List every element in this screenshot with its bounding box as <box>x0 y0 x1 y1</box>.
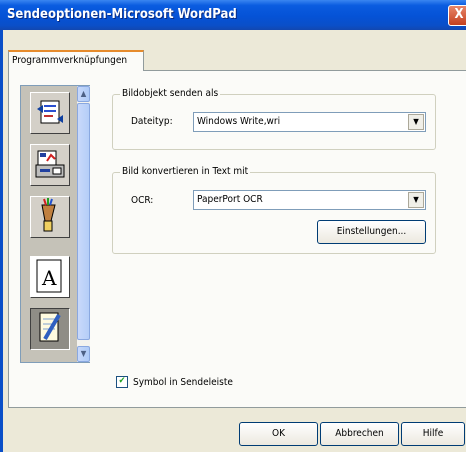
text-a-icon[interactable]: A <box>30 256 70 298</box>
ocr-label: OCR: <box>131 195 153 206</box>
tab-programmverknuepfungen[interactable]: Programmverknüpfungen <box>8 50 144 71</box>
help-button[interactable]: Hilfe <box>401 422 465 446</box>
ocr-value: PaperPort OCR <box>197 194 263 205</box>
notepad-pencil-icon[interactable] <box>30 308 70 350</box>
cancel-button[interactable]: Abbrechen <box>320 422 399 446</box>
ocr-label-text: OCR: <box>131 195 154 206</box>
ocr-select[interactable]: PaperPort OCR ▼ <box>193 190 426 210</box>
scroll-up-icon[interactable]: ▲ <box>77 86 90 102</box>
chevron-down-icon[interactable]: ▼ <box>408 192 424 208</box>
title-bar[interactable]: Sendeoptionen-Microsoft WordPad X <box>0 0 466 30</box>
dateityp-select[interactable]: Windows Write,wri ▼ <box>193 112 426 132</box>
text-a-glyph: A <box>41 266 57 290</box>
ocr-legend: Bild konvertieren in Text mit <box>120 166 251 177</box>
scroll-thumb[interactable] <box>77 103 90 340</box>
tab-label: Programmverknüpfungen <box>12 55 128 66</box>
dateityp-label-text: Dateityp: <box>131 116 173 127</box>
close-button[interactable]: X <box>448 5 466 26</box>
window-frame <box>0 30 3 452</box>
dialog-window: Sendeoptionen-Microsoft WordPad X Progra… <box>0 0 466 452</box>
ok-button[interactable]: OK <box>239 422 318 446</box>
symbol-checkbox-label[interactable]: Symbol in Sendeleiste <box>133 377 233 388</box>
symbol-checkbox[interactable]: ✔ <box>116 376 128 388</box>
einstellungen-button[interactable]: Einstellungen... <box>317 220 426 244</box>
dateityp-value: Windows Write,wri <box>197 116 281 127</box>
fax-printer-icon[interactable] <box>30 144 70 186</box>
document-send-icon[interactable] <box>30 92 70 134</box>
window-title: Sendeoptionen-Microsoft WordPad <box>7 7 237 22</box>
dateityp-label: Dateityp: <box>131 116 173 127</box>
icon-list-scrollbar[interactable]: ▲ ▼ <box>77 86 90 362</box>
scroll-down-icon[interactable]: ▼ <box>77 346 90 362</box>
application-icon-list[interactable]: A ▲ ▼ <box>20 85 90 363</box>
paint-brushes-icon[interactable] <box>30 196 70 238</box>
chevron-down-icon[interactable]: ▼ <box>408 114 424 130</box>
bildobjekt-legend: Bildobjekt senden als <box>120 88 221 99</box>
